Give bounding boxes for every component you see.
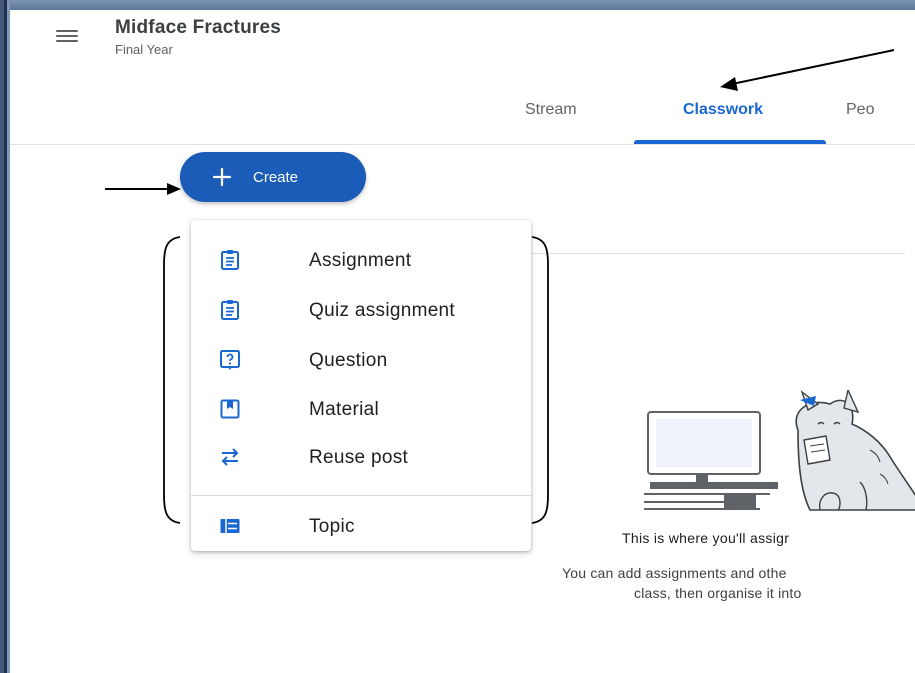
topic-icon [220, 519, 240, 533]
create-button[interactable]: Create [180, 152, 366, 202]
quiz-assignment-icon [221, 300, 239, 320]
annotation-arrow-to-classwork [720, 49, 895, 91]
left-annotation-bracket [163, 236, 181, 524]
empty-state-title: This is where you'll assigr [622, 530, 790, 546]
menu-item-label: Reuse post [309, 447, 409, 468]
menu-item-topic[interactable]: Topic [191, 505, 531, 549]
reuse-post-icon [221, 448, 239, 466]
plus-icon [212, 167, 232, 187]
create-button-label: Create [253, 169, 299, 186]
header-divider [10, 144, 915, 145]
menu-item-material[interactable]: Material [191, 388, 531, 432]
window-frame-left [0, 0, 10, 673]
menu-item-reuse-post[interactable]: Reuse post [191, 436, 531, 480]
menu-item-quiz-assignment[interactable]: Quiz assignment [191, 289, 531, 333]
classroom-page: Midface Fractures Final Year Stream Clas… [10, 10, 915, 673]
tab-people[interactable]: Peo [846, 101, 874, 119]
window-frame-top [0, 0, 915, 10]
menu-item-label: Question [309, 350, 388, 371]
menu-item-label: Quiz assignment [309, 300, 456, 321]
menu-item-label: Material [309, 399, 379, 420]
class-subtitle: Final Year [115, 42, 173, 57]
right-annotation-bracket [531, 236, 549, 524]
tab-stream[interactable]: Stream [525, 101, 577, 119]
menu-separator [191, 495, 531, 496]
menu-item-label: Assignment [309, 250, 412, 271]
empty-state-description-line2: class, then organise it into [634, 585, 802, 601]
content-divider [530, 253, 905, 254]
menu-item-label: Topic [309, 516, 355, 537]
material-icon [220, 399, 240, 419]
empty-classwork-illustration [644, 390, 915, 511]
main-menu-icon[interactable] [56, 30, 78, 42]
annotation-arrow-to-create [105, 183, 181, 195]
menu-item-question[interactable]: Question [191, 339, 531, 383]
question-icon [220, 350, 240, 370]
tab-classwork[interactable]: Classwork [683, 101, 763, 119]
empty-state-description-line1: You can add assignments and othe [562, 565, 787, 581]
assignment-icon [221, 250, 239, 270]
create-menu: Assignment Quiz assignment Question Mate… [191, 220, 531, 551]
menu-item-assignment[interactable]: Assignment [191, 239, 531, 283]
empty-state-description: You can add assignments and othe class, … [562, 563, 801, 603]
class-title: Midface Fractures [115, 17, 282, 38]
